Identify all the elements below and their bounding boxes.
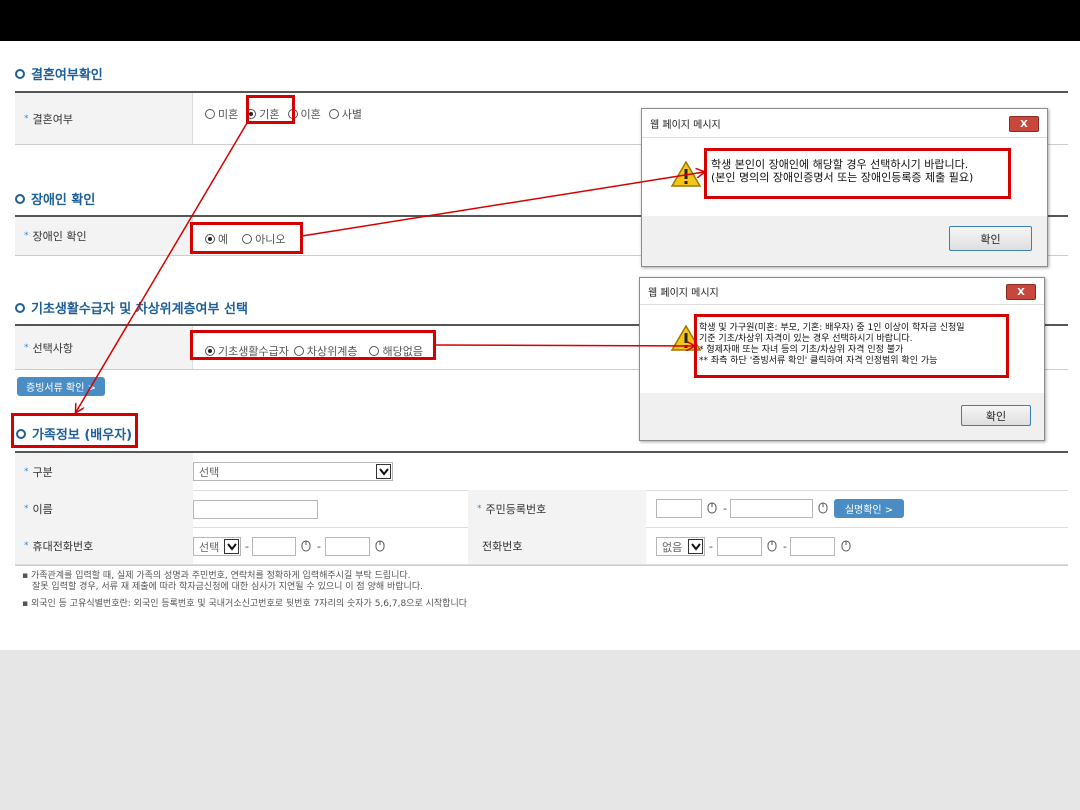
arrow-welfare-to-dialog — [435, 345, 694, 346]
arrow-disability-to-dialog — [301, 172, 704, 237]
arrow-married-to-family — [76, 122, 248, 412]
annotation-arrows — [0, 122, 1080, 810]
